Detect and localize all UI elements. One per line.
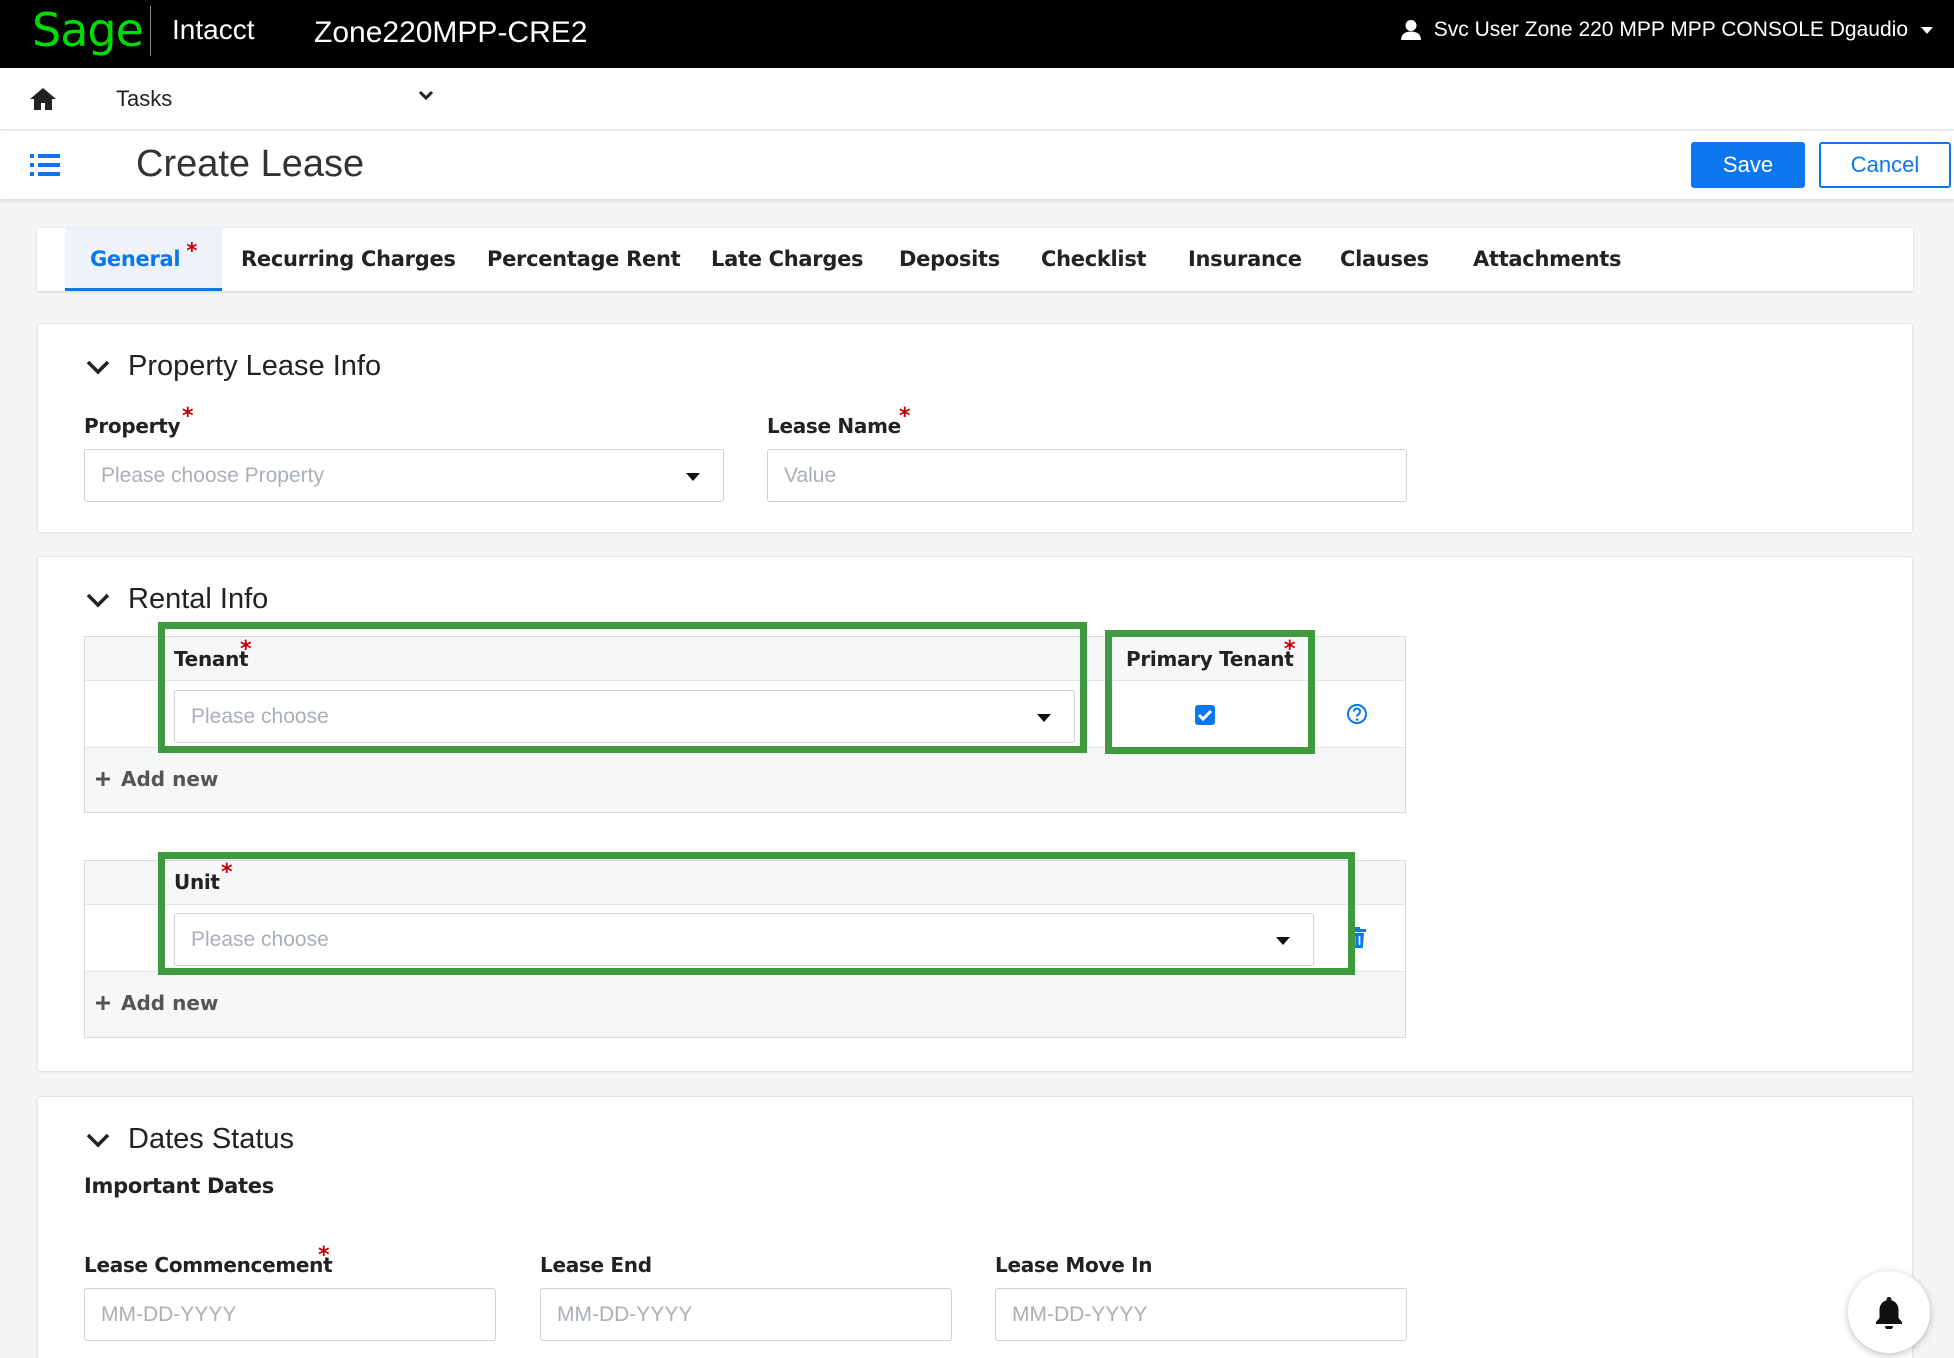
app-name: Intacct xyxy=(172,14,255,45)
tab-clauses[interactable]: Clauses xyxy=(1340,228,1429,291)
bell-icon xyxy=(1876,1297,1902,1329)
page-title: Create Lease xyxy=(136,143,365,185)
add-new-unit-button[interactable]: Add new xyxy=(95,991,218,1015)
tenant-highlight xyxy=(158,622,1087,753)
chevron-down-icon[interactable] xyxy=(418,90,434,102)
date-placeholder: MM-DD-YYYY xyxy=(101,1303,237,1326)
section-title: Property Lease Info xyxy=(128,350,382,382)
section-header[interactable]: Dates Status xyxy=(86,1123,294,1156)
plus-icon xyxy=(96,996,110,1010)
home-icon[interactable] xyxy=(30,87,56,111)
chevron-down-icon[interactable] xyxy=(86,592,110,608)
dates-status-card: Dates Status Important Dates Lease Comme… xyxy=(37,1096,1913,1358)
section-header[interactable]: Rental Info xyxy=(86,583,268,616)
divider xyxy=(150,6,151,56)
property-lease-info-card: Property Lease Info Property * Please cho… xyxy=(37,323,1913,533)
company-name[interactable]: Zone220MPP-CRE2 xyxy=(314,16,587,50)
lease-name-input[interactable]: Value xyxy=(767,449,1407,502)
save-button[interactable]: Save xyxy=(1691,142,1805,188)
page-header: Create Lease Save Cancel xyxy=(0,131,1954,199)
unit-highlight xyxy=(158,852,1355,975)
list-icon[interactable] xyxy=(30,153,60,177)
tab-bar: General * Recurring Charges Percentage Re… xyxy=(37,228,1913,291)
cancel-button[interactable]: Cancel xyxy=(1819,142,1951,188)
user-name: Svc User Zone 220 MPP MPP CONSOLE Dgaudi… xyxy=(1433,18,1908,41)
tab-attachments[interactable]: Attachments xyxy=(1473,228,1622,291)
sage-logo[interactable]: Sage xyxy=(32,2,144,58)
lease-end-input[interactable]: MM-DD-YYYY xyxy=(540,1288,952,1341)
caret-down-icon xyxy=(1921,27,1933,34)
important-dates-heading: Important Dates xyxy=(84,1174,274,1198)
notifications-button[interactable] xyxy=(1848,1271,1930,1353)
top-bar: Sage Intacct Zone220MPP-CRE2 Svc User Zo… xyxy=(0,0,1954,68)
tab-checklist[interactable]: Checklist xyxy=(1041,228,1147,291)
tab-recurring-charges[interactable]: Recurring Charges xyxy=(241,228,456,291)
lease-end-label: Lease End xyxy=(540,1253,652,1277)
caret-down-icon xyxy=(686,473,700,481)
lease-move-in-input[interactable]: MM-DD-YYYY xyxy=(995,1288,1407,1341)
plus-icon xyxy=(96,772,110,786)
section-title: Rental Info xyxy=(128,583,269,615)
tab-percentage-rent[interactable]: Percentage Rent xyxy=(487,228,681,291)
primary-tenant-highlight xyxy=(1105,630,1315,754)
help-icon[interactable] xyxy=(1346,703,1368,725)
tab-late-charges[interactable]: Late Charges xyxy=(711,228,864,291)
rental-info-card: Rental Info Add new Tenant * Please choos… xyxy=(37,556,1913,1072)
user-menu[interactable]: Svc User Zone 220 MPP MPP CONSOLE Dgaudi… xyxy=(1400,18,1934,42)
date-placeholder: MM-DD-YYYY xyxy=(557,1303,693,1326)
tab-deposits[interactable]: Deposits xyxy=(899,228,1000,291)
chevron-down-icon[interactable] xyxy=(86,1132,110,1148)
tab-general[interactable]: General * xyxy=(65,228,222,291)
section-title: Dates Status xyxy=(128,1123,295,1155)
tasks-menu[interactable]: Tasks xyxy=(116,86,172,112)
lease-move-in-label: Lease Move In xyxy=(995,1253,1153,1277)
tasks-bar: Tasks xyxy=(0,68,1954,130)
date-placeholder: MM-DD-YYYY xyxy=(1012,1303,1148,1326)
lease-commencement-label: Lease Commencement * xyxy=(84,1243,333,1277)
property-select[interactable]: Please choose Property xyxy=(84,449,724,502)
chevron-down-icon[interactable] xyxy=(86,359,110,375)
tab-insurance[interactable]: Insurance xyxy=(1188,228,1302,291)
property-label: Property * xyxy=(84,404,194,438)
section-header[interactable]: Property Lease Info xyxy=(86,350,381,383)
property-placeholder: Please choose Property xyxy=(101,464,324,487)
lease-commencement-input[interactable]: MM-DD-YYYY xyxy=(84,1288,496,1341)
lease-name-label: Lease Name * xyxy=(767,404,911,438)
user-icon xyxy=(1400,20,1421,40)
add-new-tenant-button[interactable]: Add new xyxy=(95,767,218,791)
lease-name-placeholder: Value xyxy=(784,464,837,487)
